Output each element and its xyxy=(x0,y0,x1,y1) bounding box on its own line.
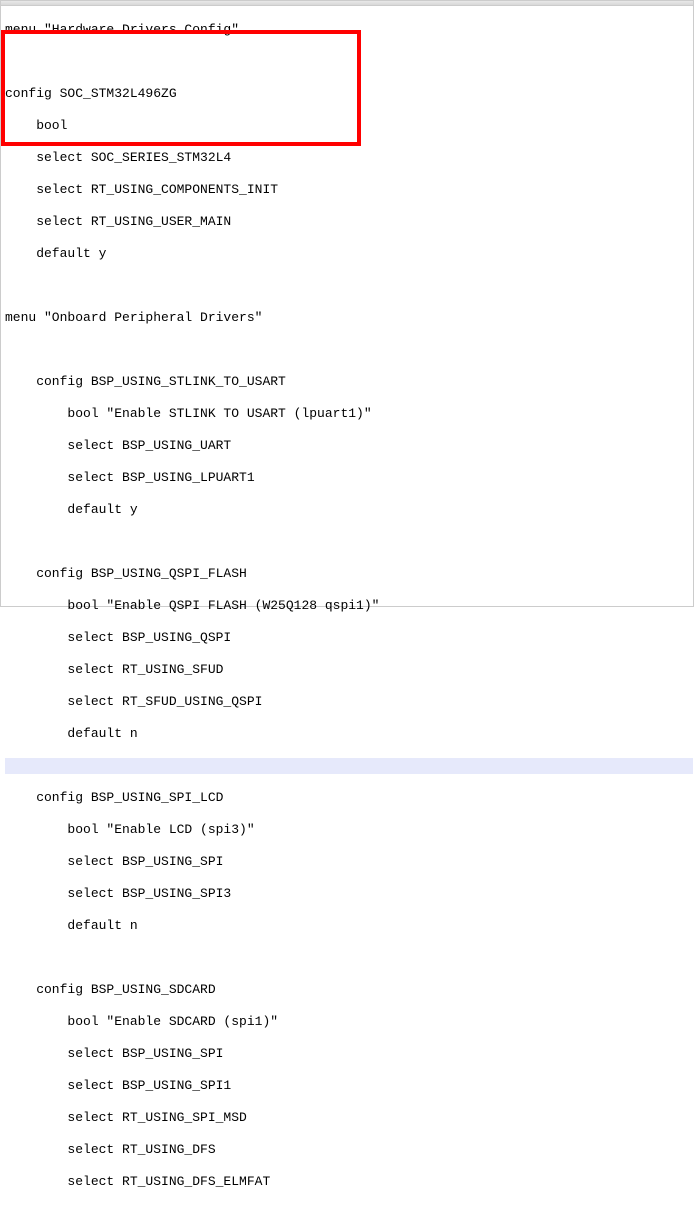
code-line: select BSP_USING_SPI xyxy=(5,1046,693,1062)
code-line: select RT_USING_SFUD xyxy=(5,662,693,678)
code-line: config SOC_STM32L496ZG xyxy=(5,86,693,102)
code-line-current xyxy=(5,758,693,774)
code-line xyxy=(5,278,693,294)
code-line: select RT_SFUD_USING_QSPI xyxy=(5,694,693,710)
code-line: select BSP_USING_SPI xyxy=(5,854,693,870)
code-line: default n xyxy=(5,726,693,742)
code-line: bool "Enable STLINK TO USART (lpuart1)" xyxy=(5,406,693,422)
code-line: select BSP_USING_UART xyxy=(5,438,693,454)
code-editor[interactable]: menu "Hardware Drivers Config" config SO… xyxy=(1,6,693,1214)
code-line: config BSP_USING_SPI_LCD xyxy=(5,790,693,806)
code-line: select BSP_USING_LPUART1 xyxy=(5,470,693,486)
code-line xyxy=(5,342,693,358)
code-line: bool xyxy=(5,118,693,134)
code-line: select BSP_USING_SPI3 xyxy=(5,886,693,902)
code-line xyxy=(5,534,693,550)
code-line: menu "Hardware Drivers Config" xyxy=(5,22,693,38)
code-line: bool "Enable QSPI FLASH (W25Q128 qspi1)" xyxy=(5,598,693,614)
code-line: bool "Enable SDCARD (spi1)" xyxy=(5,1014,693,1030)
code-line: config BSP_USING_QSPI_FLASH xyxy=(5,566,693,582)
code-line: select RT_USING_USER_MAIN xyxy=(5,214,693,230)
code-line: select RT_USING_SPI_MSD xyxy=(5,1110,693,1126)
code-line: default y xyxy=(5,502,693,518)
code-line: default y xyxy=(5,246,693,262)
code-line: select SOC_SERIES_STM32L4 xyxy=(5,150,693,166)
code-line: config BSP_USING_STLINK_TO_USART xyxy=(5,374,693,390)
code-line xyxy=(5,54,693,70)
code-line: select BSP_USING_SPI1 xyxy=(5,1078,693,1094)
code-line: default n xyxy=(5,918,693,934)
code-line: menu "Onboard Peripheral Drivers" xyxy=(5,310,693,326)
code-line xyxy=(5,950,693,966)
code-line: select RT_USING_COMPONENTS_INIT xyxy=(5,182,693,198)
code-line: config BSP_USING_SDCARD xyxy=(5,982,693,998)
code-line: select BSP_USING_QSPI xyxy=(5,630,693,646)
code-line: bool "Enable LCD (spi3)" xyxy=(5,822,693,838)
code-line: select RT_USING_DFS xyxy=(5,1142,693,1158)
code-line: select RT_USING_DFS_ELMFAT xyxy=(5,1174,693,1190)
